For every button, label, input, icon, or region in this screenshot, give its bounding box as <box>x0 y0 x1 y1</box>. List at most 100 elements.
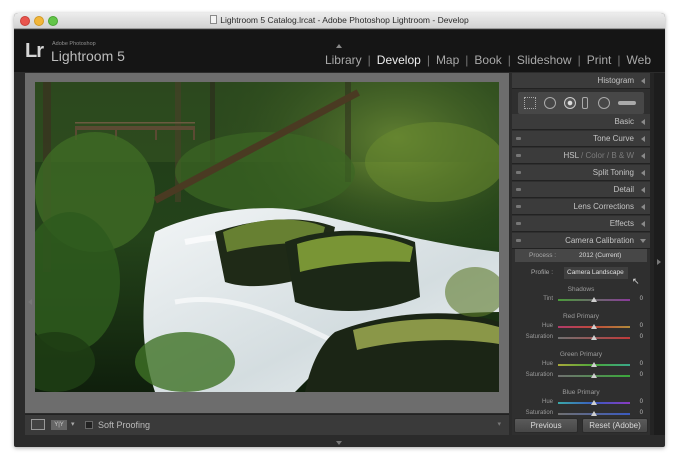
slider-label: Hue <box>541 399 553 405</box>
detail-panel-header[interactable]: Detail <box>512 182 650 198</box>
panel-toggle-switch[interactable] <box>516 188 521 191</box>
green-hue-slider[interactable]: Hue 0 <box>512 361 650 369</box>
module-develop[interactable]: Develop <box>371 53 427 67</box>
slider-value[interactable]: 0 <box>640 410 643 416</box>
histogram-label: Histogram <box>597 76 634 85</box>
slider-value[interactable]: 0 <box>640 361 643 367</box>
soft-proofing-checkbox[interactable] <box>85 421 93 429</box>
grid-overlay-icon[interactable] <box>524 97 536 109</box>
collapse-triangle-icon <box>641 187 645 193</box>
hsl-panel-header[interactable]: HSL / Color / B & W <box>512 148 650 164</box>
red-hue-slider[interactable]: Hue 0 <box>512 323 650 331</box>
tone-curve-label: Tone Curve <box>593 134 634 143</box>
toolbar-options-icon[interactable]: ▾ <box>497 420 501 428</box>
slider-value[interactable]: 0 <box>640 323 643 329</box>
slider-thumb[interactable] <box>591 400 597 405</box>
module-print[interactable]: Print <box>581 53 618 67</box>
panel-toggle-switch[interactable] <box>516 137 521 140</box>
develop-toolbar: Y|Y ▾ Soft Proofing ▾ <box>25 414 509 435</box>
shadows-tint-slider[interactable]: Tint 0 <box>512 296 650 304</box>
slider-label: Hue <box>541 361 553 367</box>
effects-label: Effects <box>609 219 634 228</box>
previous-button[interactable]: Previous <box>514 418 578 433</box>
radial-filter-icon[interactable] <box>598 97 610 109</box>
expand-triangle-icon <box>640 239 646 243</box>
tone-curve-panel-header[interactable]: Tone Curve <box>512 131 650 147</box>
collapse-triangle-icon <box>641 221 645 227</box>
before-after-button[interactable]: Y|Y <box>51 420 67 430</box>
histogram-panel-header[interactable]: Histogram <box>512 73 650 89</box>
filmstrip-toggle-icon[interactable] <box>336 441 342 445</box>
tool-strip <box>518 92 644 114</box>
red-saturation-slider[interactable]: Saturation 0 <box>512 334 650 342</box>
profile-row: Profile : Camera Landscape <box>515 267 647 279</box>
blue-primary-title: Blue Primary <box>562 389 600 396</box>
module-bar: Lr Adobe Photoshop Lightroom 5 Library | … <box>14 30 665 72</box>
profile-label: Profile : <box>531 269 554 276</box>
right-panel-rail <box>654 73 665 435</box>
crop-tool-icon[interactable] <box>544 97 556 109</box>
adjustment-brush-icon[interactable] <box>618 101 636 105</box>
waterfall-photo <box>35 82 499 392</box>
red-primary-title: Red Primary <box>562 313 600 320</box>
slider-thumb[interactable] <box>591 297 597 302</box>
slider-thumb[interactable] <box>591 362 597 367</box>
basic-label: Basic <box>614 117 634 126</box>
lens-corrections-panel-header[interactable]: Lens Corrections <box>512 199 650 215</box>
slider-thumb[interactable] <box>591 335 597 340</box>
process-row: Process : 2012 (Current) <box>515 249 647 262</box>
panel-toggle-switch[interactable] <box>516 171 521 174</box>
identity-plate: Lightroom 5 <box>51 48 125 64</box>
spot-removal-icon[interactable] <box>564 97 576 109</box>
reset-button[interactable]: Reset (Adobe) <box>582 418 648 433</box>
blue-hue-slider[interactable]: Hue 0 <box>512 399 650 407</box>
basic-panel-header[interactable]: Basic <box>512 114 650 130</box>
slider-label: Tint <box>543 296 553 302</box>
collapse-triangle-icon <box>641 204 645 210</box>
loupe-view-button[interactable] <box>31 419 45 430</box>
photo[interactable] <box>35 82 499 392</box>
right-panel: Histogram Basic Tone Curve HSL / Color /… <box>512 73 650 435</box>
camera-calibration-label: Camera Calibration <box>565 236 634 245</box>
process-select[interactable]: 2012 (Current) <box>579 252 621 259</box>
module-book[interactable]: Book <box>468 53 507 67</box>
tab-separator: / <box>606 151 610 160</box>
module-library[interactable]: Library <box>319 53 368 67</box>
slider-value[interactable]: 0 <box>640 399 643 405</box>
document-icon <box>210 15 218 24</box>
lightroom-logo: Lr <box>25 40 44 62</box>
effects-panel-header[interactable]: Effects <box>512 216 650 232</box>
right-panel-toggle-icon[interactable] <box>657 259 661 265</box>
left-panel-toggle-icon[interactable] <box>28 299 32 305</box>
panel-toggle-switch[interactable] <box>516 239 521 242</box>
module-web[interactable]: Web <box>621 53 657 67</box>
collapse-triangle-icon <box>641 78 645 84</box>
develop-buttons: Previous Reset (Adobe) <box>512 417 650 435</box>
panel-toggle-switch[interactable] <box>516 222 521 225</box>
green-saturation-slider[interactable]: Saturation 0 <box>512 372 650 380</box>
before-after-dropdown-icon[interactable]: ▾ <box>71 420 75 428</box>
tab-color[interactable]: Color <box>586 151 605 160</box>
tab-hsl[interactable]: HSL <box>564 151 579 160</box>
panel-toggle-switch[interactable] <box>516 205 521 208</box>
panel-toggle-switch[interactable] <box>516 154 521 157</box>
module-map[interactable]: Map <box>430 53 465 67</box>
camera-calibration-panel-header[interactable]: Camera Calibration <box>512 233 650 249</box>
slider-value[interactable]: 0 <box>640 296 643 302</box>
red-eye-icon[interactable] <box>582 97 588 109</box>
tab-bw[interactable]: B & W <box>611 151 634 160</box>
slider-thumb[interactable] <box>591 373 597 378</box>
module-slideshow[interactable]: Slideshow <box>511 53 578 67</box>
collapse-triangle-icon <box>641 170 645 176</box>
lightroom-window: Lightroom 5 Catalog.lrcat - Adobe Photos… <box>14 13 665 447</box>
split-toning-panel-header[interactable]: Split Toning <box>512 165 650 181</box>
slider-value[interactable]: 0 <box>640 334 643 340</box>
slider-thumb[interactable] <box>591 324 597 329</box>
slider-value[interactable]: 0 <box>640 372 643 378</box>
slider-thumb[interactable] <box>591 411 597 416</box>
camera-calibration-body: Process : 2012 (Current) Profile : Camer… <box>512 248 650 416</box>
image-view <box>25 73 509 413</box>
top-panel-toggle-icon[interactable] <box>336 44 342 48</box>
window-title-wrap: Lightroom 5 Catalog.lrcat - Adobe Photos… <box>14 15 665 25</box>
profile-select[interactable]: Camera Landscape <box>564 267 628 279</box>
